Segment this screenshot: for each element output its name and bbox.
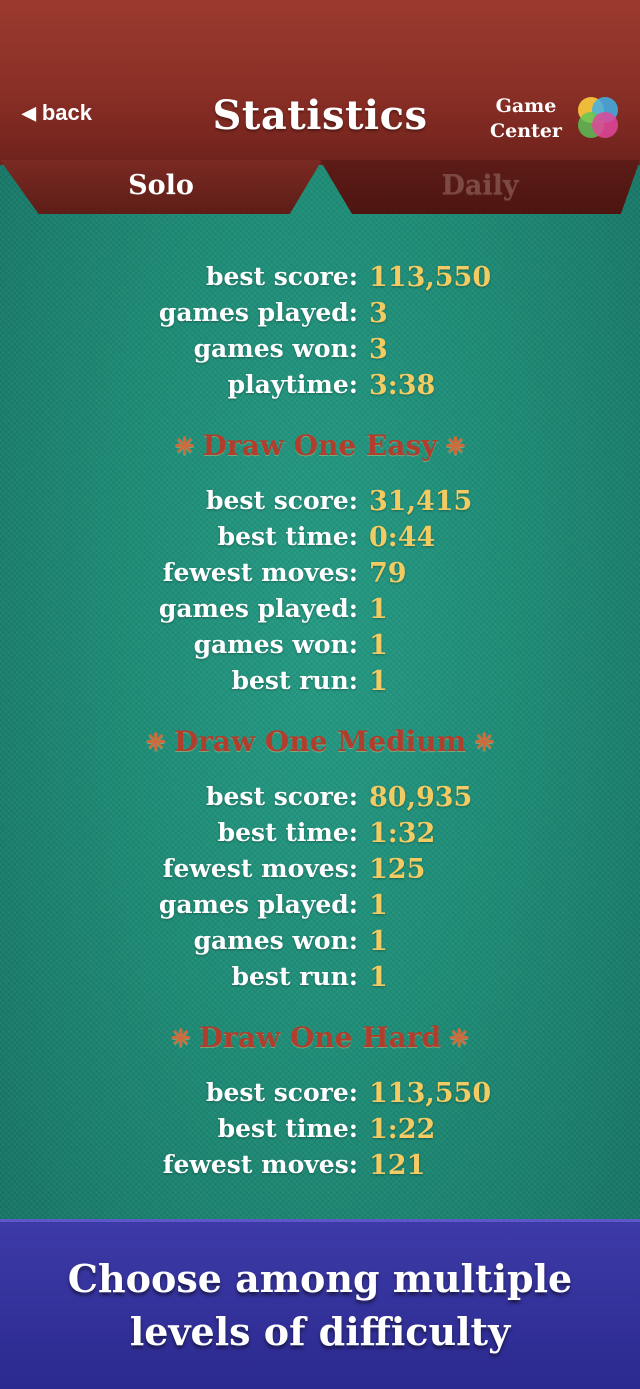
stat-value: 1: [369, 666, 388, 697]
stat-row: games played: 1: [0, 890, 640, 926]
stat-row: games won: 1: [0, 630, 640, 666]
stat-row: best score: 113,550: [0, 1078, 640, 1114]
stat-value: 31,415: [369, 486, 473, 517]
game-center-icon[interactable]: [574, 94, 622, 142]
stat-row: best time: 1:32: [0, 818, 640, 854]
stat-row: games won: 1: [0, 926, 640, 962]
stat-label: games won:: [193, 926, 358, 955]
section-title-text: Draw One Hard: [198, 1020, 442, 1054]
section-title-draw-one-easy: ❈ Draw One Easy ❈: [0, 414, 640, 476]
stat-label: best run:: [231, 962, 358, 991]
stat-label: games won:: [193, 630, 358, 659]
stat-label: games played:: [158, 594, 358, 623]
stat-value: 113,550: [369, 262, 492, 293]
stat-label: fewest moves:: [162, 1150, 358, 1179]
stat-row: games played: 3: [0, 298, 640, 334]
ornament-icon: ❈: [170, 1022, 191, 1052]
ornament-icon: ❈: [445, 430, 466, 460]
stat-row: games played: 1: [0, 594, 640, 630]
tab-solo-label: Solo: [128, 169, 194, 201]
stat-value: 1:22: [369, 1114, 436, 1145]
ornament-icon: ❈: [474, 726, 495, 756]
stat-row: playtime: 3:38: [0, 370, 640, 406]
stat-row: best score: 31,415: [0, 486, 640, 522]
stat-value: 1:32: [369, 818, 436, 849]
ornament-icon: ❈: [449, 1022, 470, 1052]
stat-row: fewest moves: 79: [0, 558, 640, 594]
promo-line-2: levels of difficulty: [129, 1309, 511, 1354]
section-title-draw-one-medium: ❈ Draw One Medium ❈: [0, 710, 640, 772]
stat-label: games played:: [158, 298, 358, 327]
ornament-icon: ❈: [145, 726, 166, 756]
stat-label: best score:: [206, 262, 358, 291]
stat-value: 121: [369, 1150, 426, 1181]
stat-label: games won:: [193, 334, 358, 363]
stat-value: 113,550: [369, 1078, 492, 1109]
promo-banner-text: Choose among multiple levels of difficul…: [0, 1252, 640, 1358]
section-title-draw-one-hard: ❈ Draw One Hard ❈: [0, 1006, 640, 1068]
stat-row: best time: 0:44: [0, 522, 640, 558]
stat-label: fewest moves:: [162, 558, 358, 587]
stat-label: games played:: [158, 890, 358, 919]
game-center-label-line1: Game: [495, 95, 557, 117]
stat-label: best score:: [206, 782, 358, 811]
stat-label: best time:: [217, 522, 358, 551]
stat-label: best time:: [217, 818, 358, 847]
stat-value: 1: [369, 630, 388, 661]
section-title-text: Draw One Medium: [173, 724, 467, 758]
promo-line-1: Choose among multiple: [67, 1256, 573, 1301]
stat-value: 3: [369, 298, 388, 329]
stat-label: best score:: [206, 486, 358, 515]
game-center-button[interactable]: Game Center: [486, 94, 566, 144]
stat-value: 125: [369, 854, 426, 885]
stat-row: best time: 1:22: [0, 1114, 640, 1150]
stat-row: fewest moves: 121: [0, 1150, 640, 1186]
tab-daily-label: Daily: [441, 169, 519, 201]
stat-row: games won: 3: [0, 334, 640, 370]
stat-row: best score: 80,935: [0, 782, 640, 818]
stat-value: 1: [369, 926, 388, 957]
stat-value: 1: [369, 594, 388, 625]
stat-label: best score:: [206, 1078, 358, 1107]
tab-daily[interactable]: Daily: [320, 160, 640, 214]
stat-label: best time:: [217, 1114, 358, 1143]
stat-value: 3:38: [369, 370, 436, 401]
stats-list: best score: 113,550 games played: 3 game…: [0, 262, 640, 1186]
stat-label: fewest moves:: [162, 854, 358, 883]
stat-row: fewest moves: 125: [0, 854, 640, 890]
stat-value: 80,935: [369, 782, 473, 813]
stat-value: 3: [369, 334, 388, 365]
stat-value: 79: [369, 558, 407, 589]
tab-solo[interactable]: Solo: [0, 160, 322, 214]
stat-row: best score: 113,550: [0, 262, 640, 298]
stat-value: 1: [369, 890, 388, 921]
ornament-icon: ❈: [174, 430, 195, 460]
stat-value: 1: [369, 962, 388, 993]
stat-label: playtime:: [227, 370, 358, 399]
stat-value: 0:44: [369, 522, 436, 553]
stat-label: best run:: [231, 666, 358, 695]
section-title-text: Draw One Easy: [202, 428, 438, 462]
game-center-label-line2: Center: [490, 120, 562, 142]
stat-row: best run: 1: [0, 666, 640, 702]
stat-row: best run: 1: [0, 962, 640, 998]
